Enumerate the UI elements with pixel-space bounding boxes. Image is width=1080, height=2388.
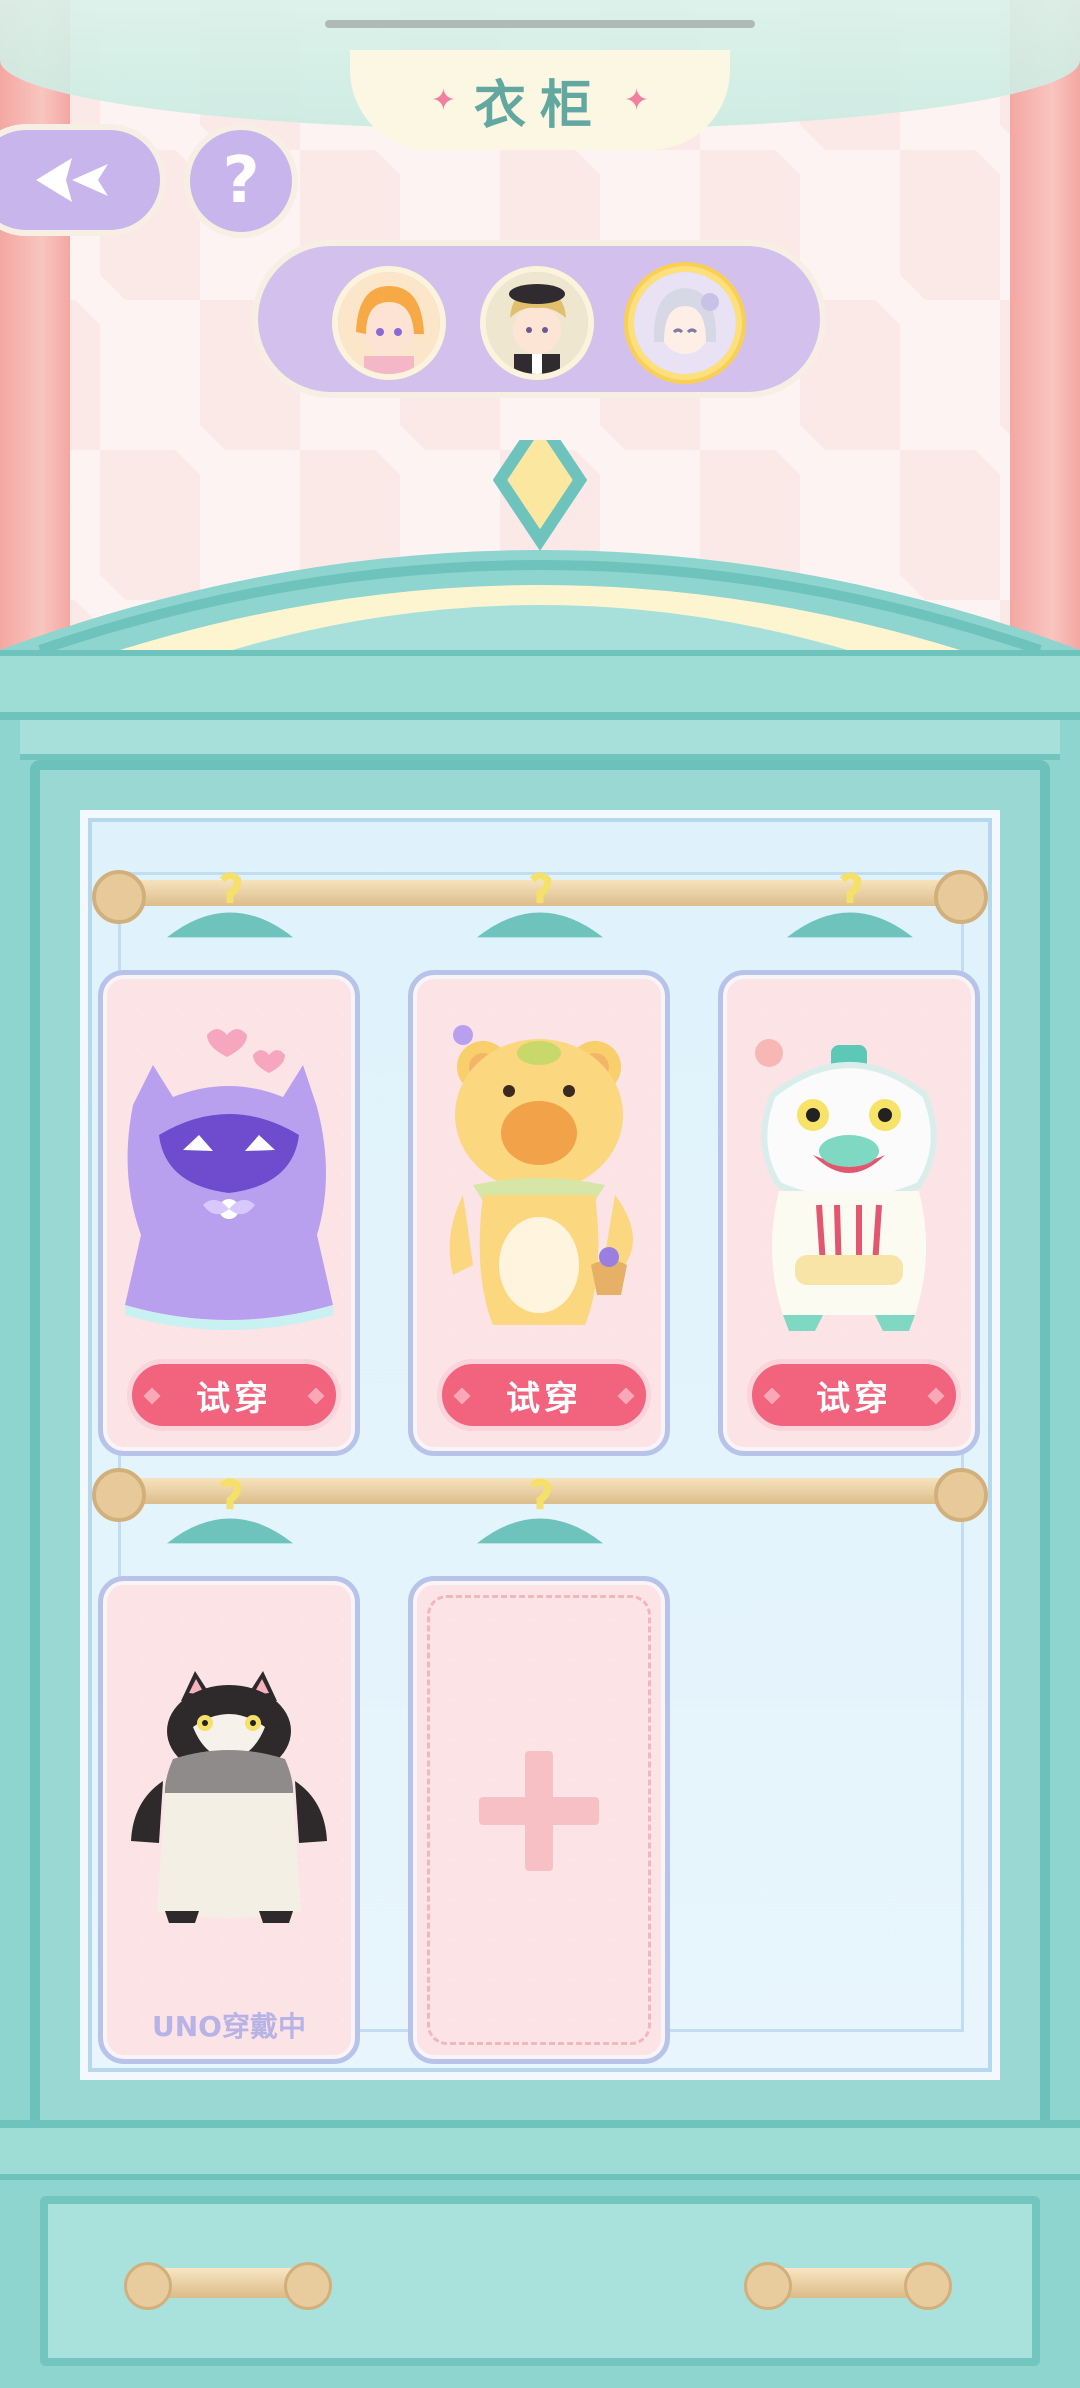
cat-sack-costume-icon [131, 1671, 327, 1923]
character-switcher [252, 240, 826, 398]
wardrobe-cornice-lower [20, 720, 1060, 760]
try-on-label: 试穿 [506, 1378, 582, 1419]
help-icon: ? [222, 144, 260, 218]
title-banner: ✦ 衣柜 ✦ [350, 50, 730, 150]
purple-cat-cloak-icon [125, 1029, 333, 1330]
hanger-icon [787, 872, 913, 938]
back-button[interactable] [0, 124, 166, 236]
empty-outfit-slot[interactable] [408, 1576, 670, 2064]
avatar-character-1[interactable] [332, 266, 446, 380]
hanger-icon [167, 872, 293, 938]
drawer-handle-left[interactable] [124, 2262, 332, 2310]
boy-dark-hat-icon [486, 272, 588, 374]
try-on-button[interactable]: 试穿 [437, 1359, 651, 1431]
status-indicator [325, 20, 755, 28]
wardrobe-drawer[interactable] [40, 2196, 1040, 2366]
title-deco-left: ✦ [430, 82, 456, 118]
outfit-card-lion-dance-costume[interactable]: 试穿 [718, 970, 980, 1456]
avatar-character-2[interactable] [480, 266, 594, 380]
add-icon-bar [479, 1797, 599, 1825]
help-button[interactable]: ? [184, 124, 298, 238]
outfit-card-cat-sack-costume[interactable]: UNO穿戴中 [98, 1576, 360, 2064]
girl-orange-hair-icon [338, 272, 440, 374]
try-on-button[interactable]: 试穿 [127, 1359, 341, 1431]
avatar-character-3[interactable] [628, 266, 742, 380]
wardrobe-base-shelf [0, 2120, 1080, 2180]
back-arrow-icon [36, 158, 108, 202]
outfit-card-bear-costume[interactable]: 试穿 [408, 970, 670, 1456]
wardrobe-cornice [0, 650, 1080, 720]
try-on-button[interactable]: 试穿 [747, 1359, 961, 1431]
hanger-icon [477, 872, 603, 938]
hanger-icon [167, 1478, 293, 1544]
wearing-status: UNO穿戴中 [152, 2010, 306, 2043]
try-on-label: 试穿 [196, 1378, 272, 1419]
title-deco-right: ✦ [624, 82, 650, 118]
girl-silver-hair-icon [634, 272, 736, 374]
try-on-label: 试穿 [816, 1378, 892, 1419]
hanger-icon [477, 1478, 603, 1544]
wardrobe-crown [0, 440, 1080, 680]
outfit-card-purple-cat-cloak[interactable]: 试穿 [98, 970, 360, 1456]
drawer-handle-right[interactable] [744, 2262, 952, 2310]
bear-costume-icon [449, 1025, 633, 1325]
page-title: 衣柜 [473, 75, 606, 136]
lion-dance-costume-icon [755, 1039, 937, 1331]
